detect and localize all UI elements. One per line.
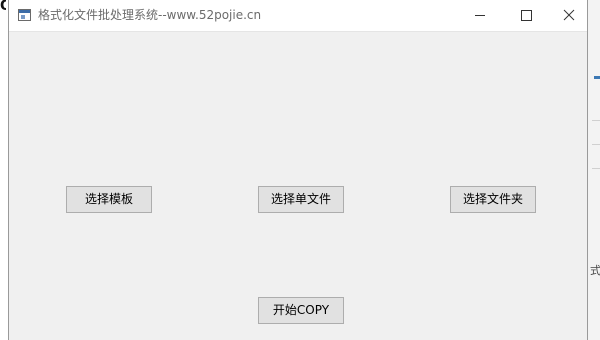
background-accent-bar: [594, 76, 600, 79]
select-single-file-button[interactable]: 选择单文件: [258, 186, 344, 213]
minimize-icon: [475, 15, 485, 16]
close-icon: [563, 9, 575, 21]
close-button[interactable]: [549, 0, 587, 31]
app-window-icon: [18, 9, 31, 21]
select-template-button[interactable]: 选择模板: [66, 186, 152, 213]
background-corner-glyph: Q: [0, 0, 6, 12]
select-folder-button[interactable]: 选择文件夹: [450, 186, 536, 213]
title-bar[interactable]: 格式化文件批处理系统--www.52pojie.cn: [9, 0, 587, 32]
minimize-button[interactable]: [457, 0, 503, 31]
background-app-edge: [588, 0, 600, 340]
background-divider: [592, 168, 600, 169]
background-divider: [592, 144, 600, 145]
start-copy-button[interactable]: 开始COPY: [258, 297, 344, 324]
maximize-icon: [521, 10, 532, 21]
background-divider: [592, 120, 600, 121]
maximize-button[interactable]: [503, 0, 549, 31]
background-text: 式: [590, 264, 600, 277]
main-window: 格式化文件批处理系统--www.52pojie.cn 选择模板 选择单文件 选择…: [8, 0, 588, 340]
window-title: 格式化文件批处理系统--www.52pojie.cn: [38, 8, 262, 22]
screen: Q 式 格式化文件批处理系统--www.52pojie.cn 选择模板 选择单文…: [0, 0, 600, 340]
